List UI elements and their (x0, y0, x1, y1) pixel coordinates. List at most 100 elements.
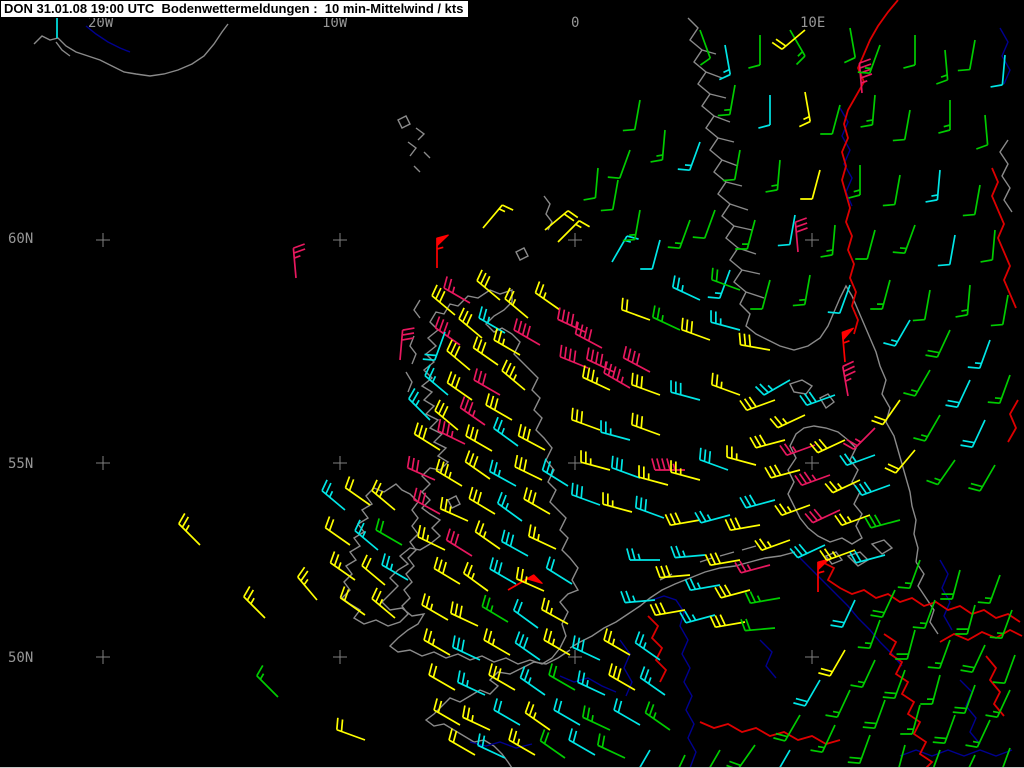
wind-barb (436, 234, 449, 268)
wind-barb (580, 450, 611, 471)
wind-barb (344, 476, 371, 506)
wind-barb (718, 44, 732, 81)
wind-barb (473, 368, 501, 396)
wind-barb (610, 455, 641, 479)
wind-barb (962, 184, 981, 217)
wind-barb (847, 734, 871, 765)
wind-barb (421, 593, 449, 621)
wind-barb (451, 635, 481, 661)
coastline (397, 115, 431, 173)
wind-barb (630, 372, 661, 396)
wind-barb (671, 275, 701, 301)
wind-barb (976, 114, 989, 150)
wind-barb (651, 458, 685, 471)
coastlines-layer (33, 17, 1013, 768)
wind-barb (423, 628, 451, 656)
graticule-cross (96, 456, 110, 470)
river (899, 749, 1013, 757)
map-title: DON 31.01.08 19:00 UTC Bodenwettermeldun… (4, 1, 464, 16)
wind-barb (794, 471, 831, 487)
wind-barb (937, 234, 956, 267)
wind-barb (839, 453, 876, 467)
wind-barb (965, 719, 991, 749)
wind-barb (754, 379, 791, 396)
wind-barb (765, 159, 781, 193)
wind-barb (862, 699, 886, 730)
wind-barb (539, 729, 566, 759)
wind-barb (738, 332, 771, 351)
wind-barb (884, 449, 916, 474)
wind-barb (446, 371, 473, 401)
wind-barb (504, 287, 529, 319)
wind-barb (630, 412, 661, 436)
wind-barb (952, 684, 976, 715)
wind-barb (650, 129, 666, 163)
wind-barb (694, 510, 731, 524)
graticule-cross (805, 233, 819, 247)
wind-barb (600, 420, 631, 441)
wind-barb (559, 344, 589, 369)
wind-barb (858, 58, 873, 94)
wind-barb (493, 698, 521, 726)
wind-barb (726, 445, 757, 466)
graticule-cross (805, 456, 819, 470)
wind-barb (583, 167, 599, 201)
wind-barb (613, 698, 641, 726)
wind-barb (913, 414, 941, 442)
wind-barb (456, 670, 486, 696)
wind-barb (644, 701, 671, 731)
wind-barb (622, 209, 641, 242)
wind-barb (699, 29, 712, 66)
wind-barb (465, 424, 493, 452)
wind-barb (990, 54, 1006, 88)
wind-barb (517, 424, 546, 451)
wind-barb (809, 438, 846, 454)
wind-barb (892, 109, 911, 142)
wind-barb (789, 29, 806, 66)
country-border (699, 721, 841, 745)
wind-barb (481, 594, 509, 623)
wind-barb (607, 149, 631, 180)
graticule-cross (333, 650, 347, 664)
graticule-cross (333, 456, 347, 470)
wind-barb (820, 224, 836, 258)
wind-barb (527, 524, 557, 550)
wind-barb (740, 618, 776, 632)
wind-barb (514, 631, 541, 661)
wind-barb (977, 574, 1001, 605)
wind-barb (638, 749, 651, 768)
wind-barb (431, 284, 456, 316)
wind-barb (927, 639, 951, 670)
country-border (939, 628, 1023, 643)
wind-barb (724, 517, 761, 532)
wind-barb (710, 372, 741, 396)
wind-barb (892, 224, 916, 255)
wind-barb (435, 458, 463, 487)
wind-barb (482, 204, 514, 229)
wind-barb (524, 701, 551, 731)
wind-barb (476, 269, 501, 301)
graticule-cross (333, 233, 347, 247)
wind-barb (820, 104, 841, 135)
wind-barb (739, 494, 776, 509)
wind-barb (634, 631, 661, 661)
wind-barb (955, 284, 971, 318)
wind-barb (476, 733, 506, 759)
wind-barb (651, 305, 681, 331)
map-title-bar: DON 31.01.08 19:00 UTC Bodenwettermeldun… (0, 0, 470, 18)
wind-barb (622, 346, 651, 373)
wind-barb (640, 239, 661, 270)
wind-barb (321, 479, 346, 511)
wind-barb (574, 322, 603, 349)
wind-barb (445, 528, 473, 557)
wind-barb (798, 91, 812, 128)
wind-barb (895, 629, 916, 660)
wind-barb (932, 714, 956, 745)
wind-barb (739, 396, 776, 412)
wind-barb (413, 422, 441, 451)
wind-barb (734, 560, 771, 574)
wind-barb (841, 360, 856, 397)
wind-barb (968, 464, 996, 492)
wind-barb (608, 663, 636, 691)
wind-barb (634, 495, 665, 519)
